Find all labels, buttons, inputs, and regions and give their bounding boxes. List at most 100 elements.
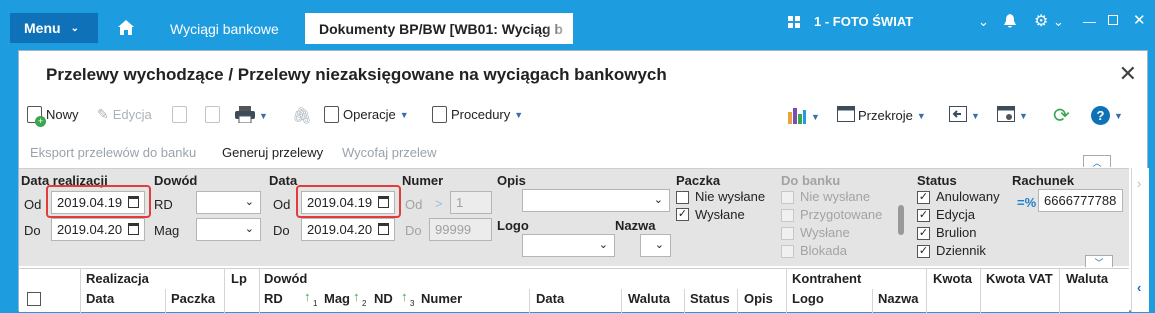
- number-to-input[interactable]: 99999: [429, 218, 492, 241]
- edit-button[interactable]: ✎ Edycja: [97, 106, 152, 123]
- close-icon[interactable]: ✕: [1133, 11, 1146, 29]
- logo-label: Logo: [497, 218, 529, 233]
- column-divider: [926, 269, 927, 313]
- chevron-down-icon: ⌄: [653, 194, 663, 206]
- column-divider: [737, 289, 738, 313]
- column-header-nd[interactable]: ND: [374, 291, 393, 306]
- column-header-mag[interactable]: Mag: [324, 291, 350, 306]
- logo-select[interactable]: ⌄: [522, 234, 615, 257]
- chevron-left-icon[interactable]: ‹: [1137, 280, 1141, 295]
- chevron-down-icon[interactable]: ⌄: [1053, 14, 1064, 30]
- to-bank-title: Do banku: [781, 173, 841, 188]
- column-header-realization-date[interactable]: Data: [86, 291, 114, 306]
- new-label: Nowy: [46, 107, 79, 122]
- account-title: Rachunek: [1012, 173, 1075, 188]
- column-header-description[interactable]: Opis: [744, 291, 773, 306]
- printer-icon: [235, 106, 255, 126]
- column-header-status[interactable]: Status: [690, 291, 730, 306]
- collapse-button[interactable]: ︿: [1083, 155, 1111, 168]
- status-checkbox[interactable]: ✓: [917, 227, 930, 240]
- column-header-package[interactable]: Paczka: [171, 291, 215, 306]
- name-select[interactable]: ⌄: [640, 234, 671, 257]
- chevron-down-icon: ⌄: [654, 239, 664, 251]
- cross-sections-button[interactable]: Przekroje ▼: [837, 106, 926, 125]
- tab-bp-bw-documents[interactable]: Dokumenty BP/BW [WB01: Wyciąg b: [305, 13, 573, 44]
- minimize-icon[interactable]: —: [1083, 14, 1096, 29]
- settings-button[interactable]: ▼: [997, 106, 1028, 125]
- realization-to-label: Do: [24, 223, 41, 238]
- menu-button[interactable]: Menu ⌄: [10, 13, 98, 43]
- status-checkbox[interactable]: ✓: [917, 191, 930, 204]
- filter-panel: Data realizacji Od 2019.04.19 Do 2019.04…: [19, 168, 1129, 268]
- delete-button[interactable]: [205, 106, 224, 123]
- account-input[interactable]: 6666777788: [1038, 189, 1123, 212]
- bar-chart-icon: [787, 106, 807, 127]
- column-divider: [786, 269, 787, 313]
- print-button[interactable]: ▼: [235, 106, 268, 126]
- procedures-label: Procedury: [451, 107, 511, 122]
- to-bank-checkbox[interactable]: [781, 227, 794, 240]
- procedures-button[interactable]: Procedury ▼: [432, 106, 523, 123]
- operations-label: Operacje: [343, 107, 396, 122]
- date-from-label: Od: [273, 197, 291, 212]
- generate-transfers-link[interactable]: Generuj przelewy: [222, 145, 323, 160]
- tab-bank-statements[interactable]: Wyciągi bankowe: [170, 13, 279, 44]
- export-transfers-link[interactable]: Eksport przelewów do banku: [30, 145, 196, 160]
- description-select[interactable]: ⌄: [522, 189, 670, 212]
- data-grid: Realizacja Lp Dowód Kontrahent Kwota Kwo…: [19, 268, 1129, 313]
- not-sent-checkbox[interactable]: [676, 191, 689, 204]
- import-button[interactable]: ▼: [949, 106, 980, 125]
- window-icon: [837, 106, 855, 125]
- column-header-date[interactable]: Data: [536, 291, 564, 306]
- chevron-right-icon[interactable]: ›: [1137, 176, 1141, 191]
- company-selector[interactable]: 1 - FOTO ŚWIAT: [788, 14, 913, 29]
- actions-bar: Eksport przelewów do banku Generuj przel…: [19, 145, 1149, 168]
- operations-button[interactable]: Operacje ▼: [324, 106, 409, 123]
- date-value: 2019.04.20: [57, 222, 123, 237]
- column-header-number[interactable]: Numer: [421, 291, 462, 306]
- attachment-icon[interactable]: 🖇: [292, 106, 312, 126]
- sent-checkbox[interactable]: ✓: [676, 208, 689, 221]
- to-bank-checkbox[interactable]: [781, 245, 794, 258]
- status-checkbox[interactable]: ✓: [917, 209, 930, 222]
- chevron-down-icon[interactable]: ⌄: [978, 14, 989, 30]
- preview-button[interactable]: [172, 106, 191, 123]
- status-checkbox[interactable]: ✓: [917, 245, 930, 258]
- maximize-icon[interactable]: [1108, 13, 1118, 28]
- group-header-document: Dowód: [264, 271, 308, 286]
- number-from-input[interactable]: 1: [450, 191, 492, 214]
- sort-asc-icon[interactable]: ↑: [353, 289, 360, 304]
- gear-icon[interactable]: ⚙: [1034, 11, 1048, 31]
- column-header-logo[interactable]: Logo: [792, 291, 824, 306]
- to-bank-checkbox[interactable]: [781, 209, 794, 222]
- procedures-icon: [432, 106, 447, 123]
- not-sent-label: Nie wysłane: [695, 189, 766, 204]
- help-button[interactable]: ? ▼: [1091, 106, 1123, 125]
- column-header-rd[interactable]: RD: [264, 291, 283, 306]
- scrollbar[interactable]: [898, 205, 904, 235]
- column-header-currency[interactable]: Waluta: [628, 291, 670, 306]
- close-icon[interactable]: ✕: [1119, 61, 1137, 87]
- new-button[interactable]: + Nowy: [27, 106, 79, 127]
- date-to-input[interactable]: 2019.04.20: [301, 218, 395, 241]
- expand-button[interactable]: ﹀: [1085, 255, 1113, 268]
- select-all-checkbox[interactable]: [27, 292, 41, 306]
- sort-asc-icon[interactable]: ↑: [401, 289, 408, 304]
- bell-icon[interactable]: [1003, 14, 1017, 32]
- realization-to-input[interactable]: 2019.04.20: [51, 218, 145, 241]
- rd-select[interactable]: ⌄: [196, 191, 261, 214]
- sort-asc-icon[interactable]: ↑: [304, 289, 311, 304]
- chart-button[interactable]: ▼: [787, 106, 820, 127]
- toolbar: + Nowy ✎ Edycja ▼ 🖇 Operacje ▼ Procedury…: [19, 101, 1149, 133]
- preview-icon: [172, 106, 187, 123]
- document-title: Dowód: [154, 173, 198, 188]
- chevron-down-icon: ▼: [399, 109, 409, 120]
- column-header-name[interactable]: Nazwa: [878, 291, 918, 306]
- withdraw-transfer-link[interactable]: Wycofaj przelew: [342, 145, 437, 160]
- mag-select[interactable]: ⌄: [196, 218, 261, 241]
- refresh-icon[interactable]: ⟳: [1053, 103, 1070, 128]
- to-bank-checkbox[interactable]: [781, 191, 794, 204]
- import-icon: [949, 106, 967, 125]
- status-item: Brulion: [936, 225, 977, 240]
- home-icon[interactable]: [118, 20, 134, 38]
